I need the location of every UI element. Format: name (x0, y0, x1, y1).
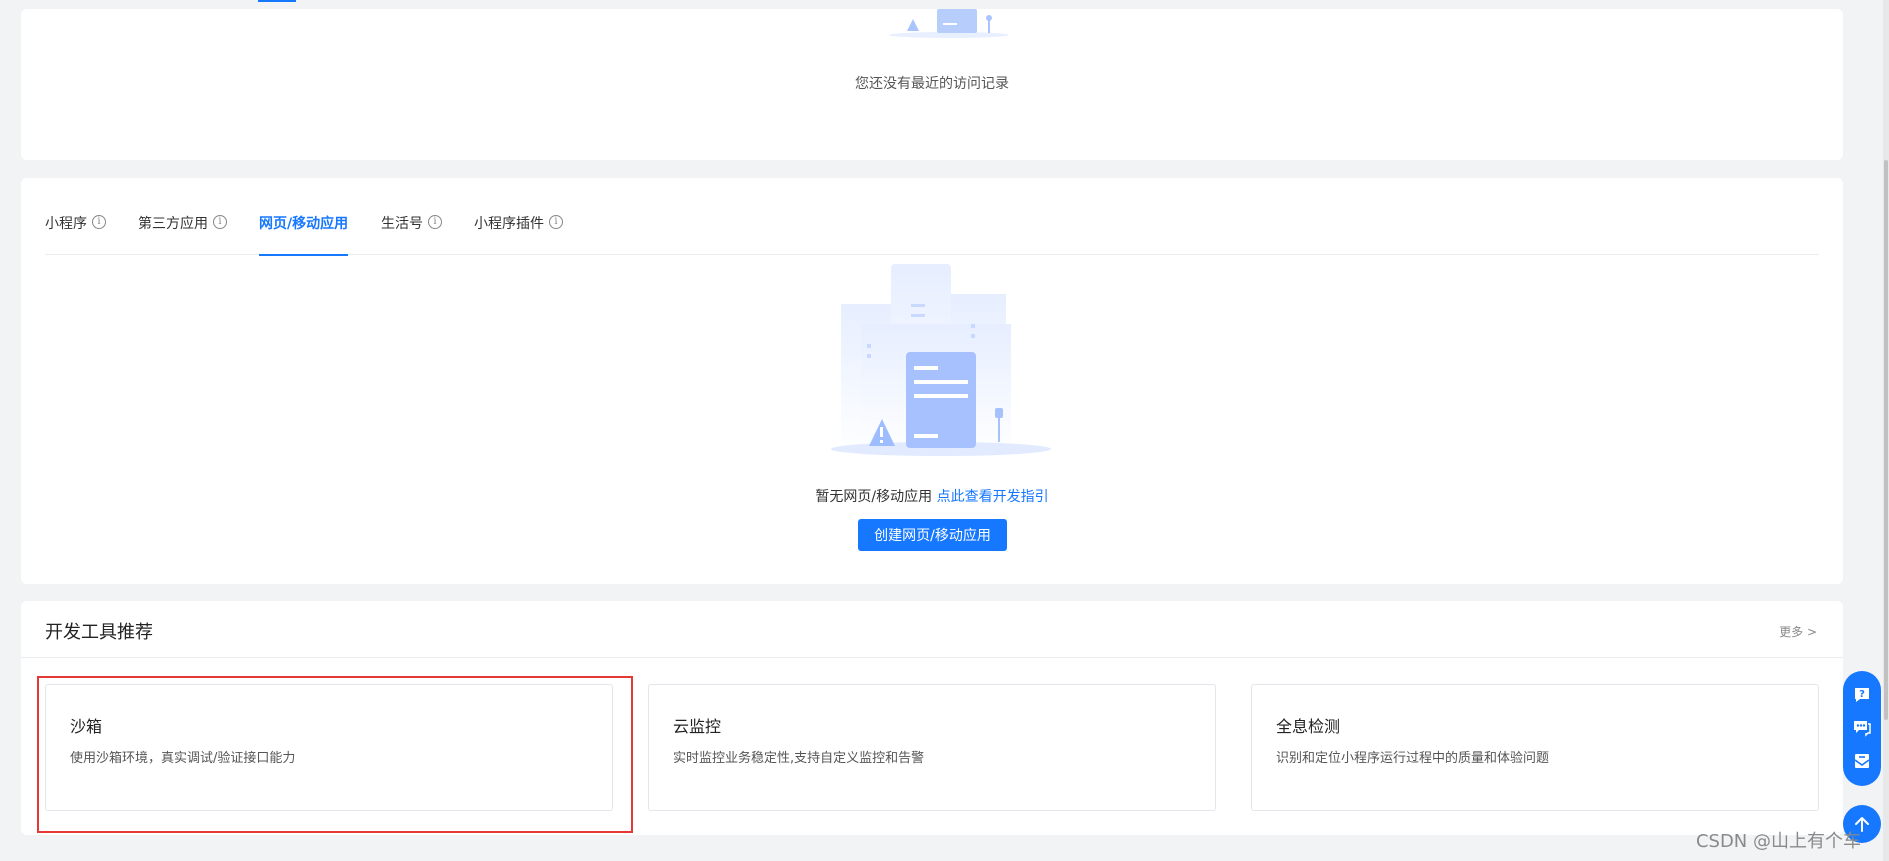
recent-visits-card: 您还没有最近的访问记录 (21, 9, 1843, 160)
tool-card-holographic-check[interactable]: 全息检测 识别和定位小程序运行过程中的质量和体验问题 (1251, 684, 1819, 811)
tool-card-cloud-monitor[interactable]: 云监控 实时监控业务稳定性,支持自定义监控和告警 (648, 684, 1216, 811)
dev-tools-header: 开发工具推荐 更多 > (21, 601, 1843, 658)
info-icon[interactable]: i (428, 215, 442, 229)
dev-tools-title: 开发工具推荐 (45, 622, 153, 643)
svg-text:?: ? (1859, 689, 1865, 700)
empty-recent-illustration (889, 9, 1009, 38)
tool-name: 全息检测 (1276, 717, 1341, 736)
tab-label: 第三方应用 (138, 216, 208, 232)
empty-apps-illustration (831, 264, 1051, 456)
tool-card-sandbox[interactable]: 沙箱 使用沙箱环境，真实调试/验证接口能力 (45, 684, 613, 811)
tab-web-mobile-app[interactable]: 网页/移动应用 (259, 213, 349, 256)
apps-card: 小程序 i 第三方应用 i 网页/移动应用 生活号 i 小程序插件 i 暂无网页… (21, 178, 1843, 584)
floating-toolbar: ? (1843, 671, 1881, 786)
watermark: CSDN @山上有个车 (1695, 831, 1861, 852)
top-tab-indicator (258, 0, 296, 2)
tool-desc: 实时监控业务稳定性,支持自定义监控和告警 (673, 751, 925, 766)
tool-desc: 识别和定位小程序运行过程中的质量和体验问题 (1276, 751, 1550, 766)
dev-guide-link[interactable]: 点此查看开发指引 (937, 489, 1049, 505)
tab-third-party-app[interactable]: 第三方应用 i (138, 213, 227, 255)
tool-name: 沙箱 (70, 717, 103, 736)
scrollbar-thumb[interactable] (1884, 160, 1888, 720)
chat-icon[interactable] (1852, 717, 1872, 737)
apps-empty-message: 暂无网页/移动应用 点此查看开发指引 (21, 486, 1843, 506)
info-icon[interactable]: i (213, 215, 227, 229)
tab-label: 网页/移动应用 (259, 216, 349, 232)
recent-empty-text: 您还没有最近的访问记录 (855, 76, 1009, 92)
more-link[interactable]: 更多 > (1779, 623, 1817, 640)
tab-label: 小程序插件 (474, 216, 544, 232)
tool-name: 云监控 (673, 717, 722, 736)
feedback-icon[interactable] (1852, 751, 1872, 771)
help-icon[interactable]: ? (1852, 685, 1872, 705)
tab-label: 生活号 (381, 216, 423, 232)
tab-mini-program[interactable]: 小程序 i (45, 213, 106, 255)
info-icon[interactable]: i (92, 215, 106, 229)
dev-tools-card: 开发工具推荐 更多 > 沙箱 使用沙箱环境，真实调试/验证接口能力 云监控 实时… (21, 601, 1843, 835)
tool-desc: 使用沙箱环境，真实调试/验证接口能力 (70, 751, 296, 766)
tab-label: 小程序 (45, 216, 87, 232)
apps-empty-text: 暂无网页/移动应用 (815, 489, 933, 505)
create-web-app-button[interactable]: 创建网页/移动应用 (858, 519, 1007, 551)
info-icon[interactable]: i (549, 215, 563, 229)
app-tabs: 小程序 i 第三方应用 i 网页/移动应用 生活号 i 小程序插件 i (45, 198, 1819, 256)
tab-mini-program-plugin[interactable]: 小程序插件 i (474, 213, 563, 255)
tab-life-account[interactable]: 生活号 i (381, 213, 442, 255)
